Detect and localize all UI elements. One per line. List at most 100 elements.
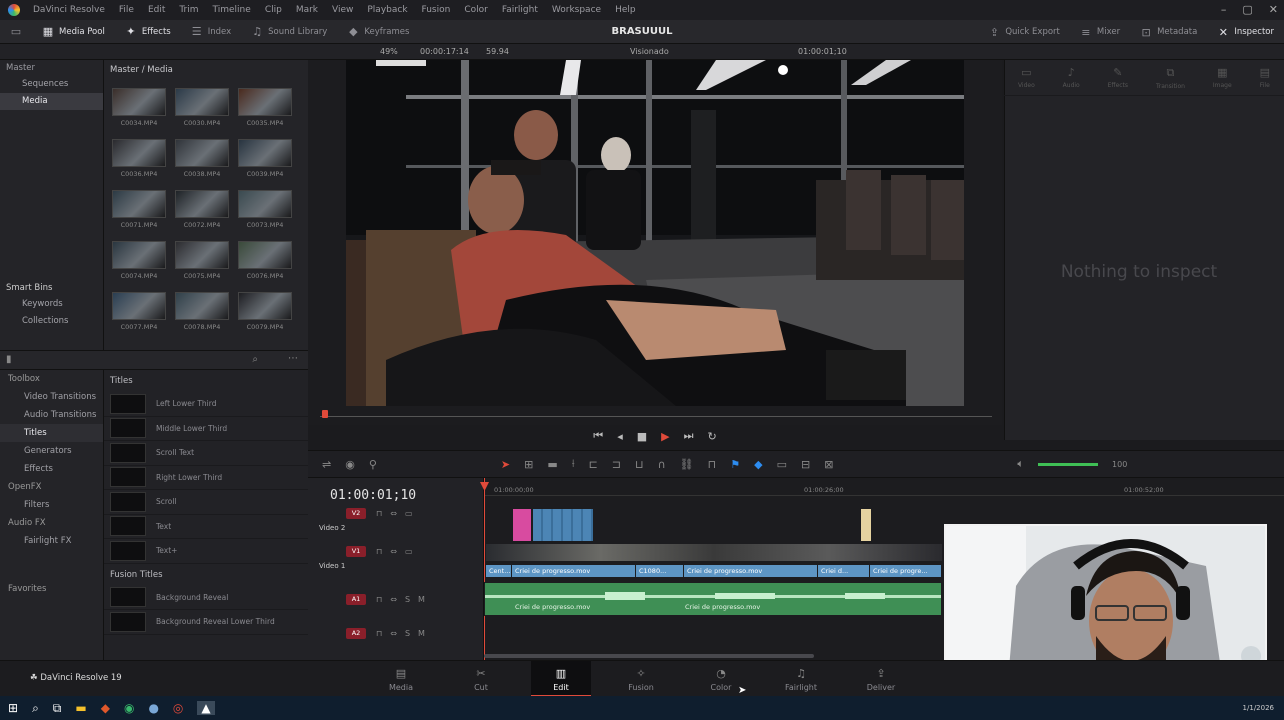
task-view-icon[interactable]: ⧉	[53, 701, 62, 716]
lock-icon[interactable]: ⊓	[376, 547, 382, 556]
menu-workspace[interactable]: Workspace	[545, 5, 608, 15]
menu-timeline[interactable]: Timeline	[206, 5, 258, 15]
view-options-icon[interactable]: ◉	[345, 458, 355, 471]
flag-icon[interactable]: ⚑	[730, 458, 740, 471]
page-cut[interactable]: ✂ Cut	[451, 661, 511, 697]
clip-thumbnail[interactable]: C0075.MP4	[175, 241, 229, 280]
menu-fairlight[interactable]: Fairlight	[495, 5, 545, 15]
viewer-scrubber[interactable]	[320, 410, 992, 422]
timeline-scrollbar[interactable]	[484, 654, 814, 658]
lock-icon[interactable]: ⊓	[376, 629, 382, 638]
menu-fusion[interactable]: Fusion	[415, 5, 458, 15]
tab-audio[interactable]: ♪ Audio	[1063, 66, 1080, 89]
clip-thumbnail[interactable]: C0072.MP4	[175, 190, 229, 229]
toolbox-header[interactable]: Toolbox	[0, 370, 103, 388]
clip-thumbnail[interactable]: C0039.MP4	[238, 139, 292, 178]
openfx-header[interactable]: OpenFX	[0, 478, 103, 496]
track-header-a1[interactable]: A1 ⊓ ⇔ S M	[308, 594, 484, 605]
scrubber-playhead-icon[interactable]	[322, 410, 328, 418]
dynamic-trim-icon[interactable]: ▬	[547, 458, 557, 471]
timeline-ruler[interactable]: 01:00:00;00 01:00:26;00 01:00:52;00	[484, 478, 1284, 496]
title-item[interactable]: Text+	[104, 539, 308, 564]
tab-transition[interactable]: ⧉ Transition	[1156, 66, 1185, 90]
auto-select-icon[interactable]: ⇔	[390, 509, 397, 518]
selection-tool-icon[interactable]: ➤	[501, 458, 510, 471]
toolbox-video-transitions[interactable]: Video Transitions	[0, 388, 103, 406]
title-item[interactable]: Left Lower Third	[104, 392, 308, 417]
track-header-a2[interactable]: A2 ⊓ ⇔ S M	[308, 628, 484, 639]
v1-clip[interactable]: Criei d...	[818, 565, 870, 577]
v2-clip[interactable]	[512, 508, 532, 542]
v1-clip[interactable]: Cent...	[486, 565, 512, 577]
zoom-detail-icon[interactable]: ⊟	[801, 458, 810, 471]
inspector-button[interactable]: ✕ Inspector	[1207, 20, 1284, 44]
clip-thumbnail[interactable]: C0078.MP4	[175, 292, 229, 331]
steam-icon[interactable]: ●	[148, 701, 158, 715]
recorder-icon[interactable]: ◎	[173, 701, 183, 715]
zoom-level[interactable]: 49%	[380, 47, 398, 56]
resolve-taskbar-icon[interactable]: ▲	[197, 701, 215, 715]
maximize-icon[interactable]: ▢	[1242, 3, 1252, 16]
clip-thumbnail[interactable]: C0036.MP4	[112, 139, 166, 178]
fusion-title-item[interactable]: Background Reveal Lower Third	[104, 610, 308, 635]
minimize-icon[interactable]: –	[1221, 3, 1227, 16]
volume-slider[interactable]	[1038, 462, 1099, 466]
lock-icon[interactable]: ⊓	[376, 509, 382, 518]
marker-icon[interactable]: ◆	[754, 458, 762, 471]
metadata-button[interactable]: ⊡ Metadata	[1130, 20, 1207, 44]
index-button[interactable]: ☰ Index	[181, 20, 241, 44]
fusion-title-item[interactable]: Background Reveal	[104, 586, 308, 610]
page-deliver[interactable]: ⇪ Deliver	[851, 661, 911, 697]
layout-button[interactable]: ▭	[0, 20, 32, 44]
timeline-options-icon[interactable]: ⇌	[322, 458, 331, 471]
menu-trim[interactable]: Trim	[172, 5, 205, 15]
menu-view[interactable]: View	[325, 5, 360, 15]
favorites-header[interactable]: Favorites	[0, 580, 103, 598]
keyframes-button[interactable]: ◆ Keyframes	[337, 20, 419, 44]
chrome-icon[interactable]: ◉	[124, 701, 134, 715]
tab-image[interactable]: ▦ Image	[1213, 66, 1232, 89]
menu-mark[interactable]: Mark	[289, 5, 325, 15]
timeline-playhead[interactable]	[484, 478, 485, 660]
mute-icon[interactable]: M	[418, 629, 425, 638]
a1-audio-clip[interactable]: Criei de progresso.mov Criei de progress…	[484, 582, 942, 616]
lock-icon[interactable]: ⊓	[708, 458, 717, 471]
menu-help[interactable]: Help	[608, 5, 643, 15]
v1-clip[interactable]: Criei de progre...	[870, 565, 942, 577]
sound-library-button[interactable]: ♫ Sound Library	[241, 20, 337, 44]
clip-thumbnail[interactable]: C0079.MP4	[238, 292, 292, 331]
pin-icon[interactable]: ⚲	[369, 458, 377, 471]
clip-thumbnail[interactable]: C0077.MP4	[112, 292, 166, 331]
title-item[interactable]: Scroll	[104, 490, 308, 515]
lock-icon[interactable]: ⊓	[376, 595, 382, 604]
page-media[interactable]: ▤ Media	[371, 661, 431, 697]
more-options-icon[interactable]: ⋯	[288, 353, 298, 364]
audiofx-fairlight[interactable]: Fairlight FX	[0, 532, 103, 550]
auto-select-icon[interactable]: ⇔	[390, 629, 397, 638]
title-item[interactable]: Middle Lower Third	[104, 417, 308, 441]
monitor-icon[interactable]: ▭	[405, 547, 413, 556]
mute-icon[interactable]: M	[418, 595, 425, 604]
zoom-custom-icon[interactable]: ⊠	[824, 458, 833, 471]
trim-tool-icon[interactable]: ⊞	[524, 458, 533, 471]
media-pool-button[interactable]: ▦ Media Pool	[32, 20, 115, 44]
tab-file[interactable]: ▤ File	[1260, 66, 1270, 89]
title-item[interactable]: Right Lower Third	[104, 466, 308, 490]
menu-clip[interactable]: Clip	[258, 5, 289, 15]
toolbox-titles[interactable]: Titles	[0, 424, 103, 442]
menu-playback[interactable]: Playback	[360, 5, 414, 15]
file-explorer-icon[interactable]: ▬	[75, 701, 86, 715]
smart-bins-header[interactable]: Smart Bins	[0, 280, 103, 296]
v1-clip[interactable]: Criei de progresso.mov	[512, 565, 636, 577]
monitor-icon[interactable]: ▭	[405, 509, 413, 518]
auto-select-icon[interactable]: ⇔	[390, 595, 397, 604]
page-edit[interactable]: ▥ Edit	[531, 661, 591, 697]
step-back-icon[interactable]: ◂	[617, 430, 623, 443]
clip-thumbnail[interactable]: C0030.MP4	[175, 88, 229, 127]
skip-to-start-icon[interactable]: ⏮	[593, 429, 603, 443]
video-frame[interactable]	[346, 60, 964, 406]
play-icon[interactable]: ▶	[661, 430, 669, 443]
zoom-full-icon[interactable]: ▭	[777, 458, 787, 471]
v2-clip[interactable]	[860, 508, 872, 542]
clip-thumbnail[interactable]: C0035.MP4	[238, 88, 292, 127]
